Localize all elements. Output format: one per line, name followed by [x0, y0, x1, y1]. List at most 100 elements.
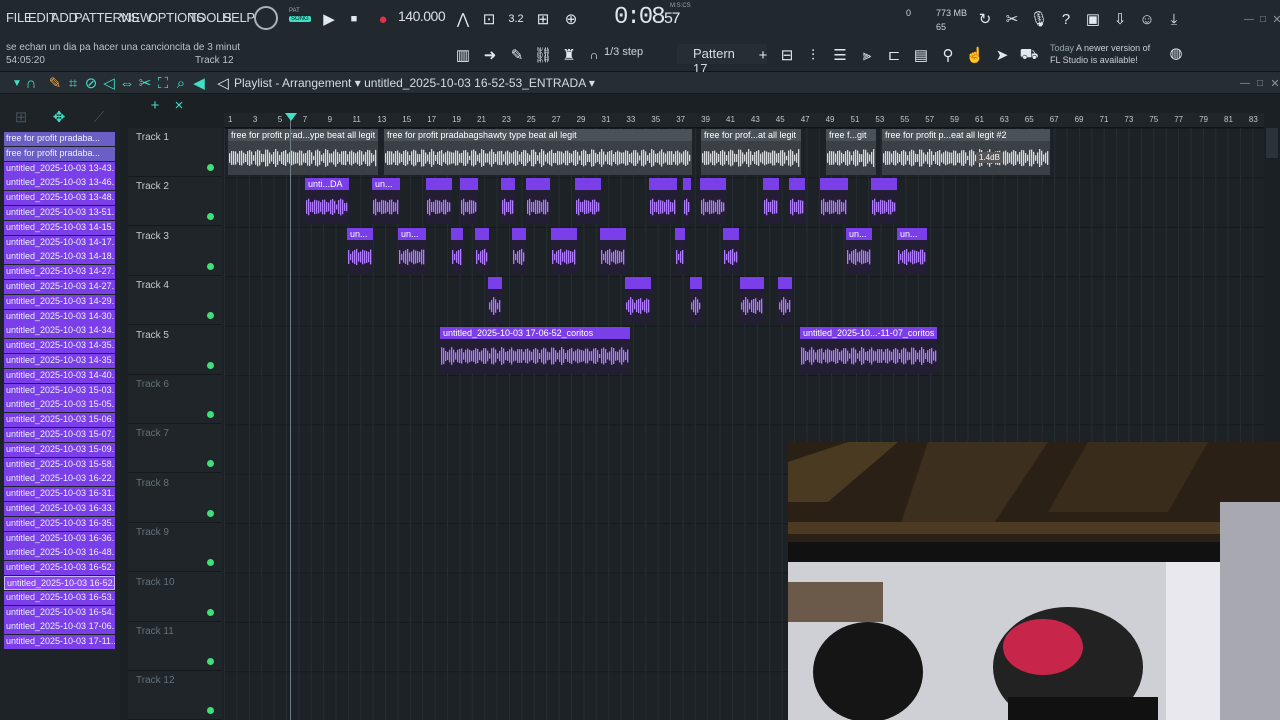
- browser-clip-item[interactable]: untitled_2025-10-03 14-27...: [4, 280, 115, 294]
- browser-clip-item[interactable]: untitled_2025-10-03 14-34...: [4, 324, 115, 339]
- browser-clip-item[interactable]: untitled_2025-10-03 16-48...: [4, 546, 115, 561]
- browser-clip-item[interactable]: untitled_2025-10-03 14-29...: [4, 294, 115, 309]
- download-icon[interactable]: ⤓: [1163, 8, 1185, 30]
- audio-clip[interactable]: [575, 178, 601, 225]
- track-header[interactable]: Track 10: [128, 573, 222, 622]
- help-icon[interactable]: ?: [1055, 8, 1077, 30]
- audio-clip[interactable]: un...: [897, 227, 927, 274]
- track-header[interactable]: Track 7: [128, 424, 222, 474]
- browser-clip-item[interactable]: untitled_2025-10-03 16-54...: [4, 605, 115, 620]
- track-enable-dot[interactable]: [207, 460, 214, 468]
- browser-clip-item[interactable]: free for profit pradaba...: [4, 146, 115, 161]
- save-icon[interactable]: ▣: [1082, 8, 1104, 30]
- browser-icon-2[interactable]: ✥: [48, 106, 70, 128]
- audio-clip[interactable]: untitled_2025-10...-11-07_coritos: [800, 326, 937, 373]
- audio-clip[interactable]: [488, 277, 502, 324]
- playlist-title[interactable]: Playlist - Arrangement ▾ untitled_2025-1…: [234, 76, 595, 90]
- browser-clip-item[interactable]: untitled_2025-10-03 15-05...: [4, 398, 115, 413]
- track-enable-dot[interactable]: [207, 608, 214, 616]
- add-pattern-icon[interactable]: +: [752, 44, 774, 66]
- channel-rack-icon[interactable]: ⫶: [802, 44, 824, 66]
- audio-clip[interactable]: [675, 227, 685, 274]
- menu-help[interactable]: HELP: [222, 10, 255, 25]
- stamp-icon[interactable]: ♜: [558, 44, 580, 66]
- track-header[interactable]: Track 3: [128, 227, 222, 276]
- track-enable-dot[interactable]: [207, 411, 214, 418]
- browser-clip-item[interactable]: untitled_2025-10-03 14-40...: [4, 368, 115, 383]
- metronome-icon[interactable]: ⋀: [452, 8, 474, 30]
- audio-clip[interactable]: [683, 178, 691, 225]
- loop-record-icon[interactable]: ⊡: [478, 8, 500, 30]
- audio-clip[interactable]: free for profit prad...ype beat all legi…: [228, 129, 378, 175]
- chat-icon[interactable]: ☺: [1136, 8, 1158, 30]
- render-icon[interactable]: ⇩: [1109, 8, 1131, 30]
- piano-icon[interactable]: ▥: [452, 44, 474, 66]
- browser-clip-item[interactable]: untitled_2025-10-03 15-07...: [4, 428, 115, 442]
- playlist-close-icon[interactable]: ✕: [1264, 72, 1280, 94]
- speaker-icon[interactable]: ◁: [212, 72, 234, 94]
- step-edit-icon[interactable]: ⊞: [532, 8, 554, 30]
- audio-clip[interactable]: [475, 227, 489, 274]
- audio-clip[interactable]: free f...git: [826, 129, 876, 175]
- browser-clip-item[interactable]: untitled_2025-10-03 16-36...: [4, 531, 115, 546]
- browser-clip-item[interactable]: untitled_2025-10-03 16-52...: [4, 576, 115, 590]
- update-news[interactable]: Today A newer version of FL Studio is av…: [1050, 42, 1150, 66]
- browser-clip-item[interactable]: untitled_2025-10-03 13-43...: [4, 161, 115, 176]
- browser-clip-item[interactable]: untitled_2025-10-03 14-30...: [4, 309, 115, 324]
- audio-clip[interactable]: [778, 277, 792, 324]
- arrow-icon[interactable]: ➤: [991, 44, 1013, 66]
- track-header[interactable]: Track 5: [128, 326, 222, 375]
- tempo-display[interactable]: 140.000: [398, 8, 446, 28]
- browser-clip-item[interactable]: untitled_2025-10-03 14-18...: [4, 250, 115, 265]
- track-enable-dot[interactable]: [207, 707, 214, 715]
- arrow-right-icon[interactable]: ➜: [479, 44, 501, 66]
- mixer-icon[interactable]: ⊟: [776, 44, 798, 66]
- close-icon[interactable]: ✕: [1266, 8, 1280, 30]
- audio-clip[interactable]: un...: [846, 227, 872, 274]
- browser-clip-item[interactable]: untitled_2025-10-03 17-11...: [4, 635, 115, 650]
- track-header[interactable]: Track 11: [128, 622, 222, 671]
- browser-icon-3[interactable]: ⟋: [88, 106, 110, 128]
- vertical-scrollbar[interactable]: [1266, 128, 1278, 158]
- browser-clip-item[interactable]: untitled_2025-10-03 16-22...: [4, 472, 115, 487]
- play-icon[interactable]: ▶: [318, 8, 340, 30]
- audio-clip[interactable]: free for profit p...eat all legit #2: [882, 129, 1050, 175]
- magnet-snap-icon[interactable]: ∩: [20, 72, 42, 94]
- track-enable-dot[interactable]: [207, 262, 214, 270]
- track-header[interactable]: Track 12: [128, 671, 222, 720]
- audio-clip[interactable]: [451, 227, 463, 274]
- audio-clip[interactable]: un...: [347, 227, 373, 274]
- track-enable-dot[interactable]: [207, 361, 214, 369]
- browser-clip-item[interactable]: untitled_2025-10-03 15-09...: [4, 442, 115, 457]
- track-enable-dot[interactable]: [207, 509, 214, 517]
- pencil-icon[interactable]: ✎: [506, 44, 528, 66]
- browser-clip-item[interactable]: untitled_2025-10-03 16-33...: [4, 502, 115, 516]
- audio-clip[interactable]: [649, 178, 677, 225]
- audio-clip[interactable]: [789, 178, 805, 225]
- browser-clip-item[interactable]: untitled_2025-10-03 16-35...: [4, 516, 115, 531]
- audio-clip[interactable]: [740, 277, 764, 324]
- browser-clip-item[interactable]: untitled_2025-10-03 14-35...: [4, 339, 115, 354]
- audio-clip[interactable]: [723, 227, 739, 274]
- plug-icon[interactable]: ⚲: [937, 44, 959, 66]
- browser-clip-item[interactable]: untitled_2025-10-03 13-51...: [4, 206, 115, 220]
- master-volume-knob-icon[interactable]: [254, 6, 278, 30]
- browser-clip-item[interactable]: untitled_2025-10-03 14-17...: [4, 235, 115, 250]
- tree-icon[interactable]: ⊏: [883, 44, 905, 66]
- track-enable-dot[interactable]: [207, 312, 214, 320]
- browser-clip-item[interactable]: untitled_2025-10-03 13-48...: [4, 191, 115, 206]
- track-header[interactable]: Track 9: [128, 523, 222, 573]
- audio-clip[interactable]: un...: [398, 227, 426, 274]
- audio-clip[interactable]: [871, 178, 897, 225]
- mic-icon[interactable]: 🎙: [1028, 8, 1050, 30]
- audio-clip[interactable]: free for profit pradabagshawty type beat…: [384, 129, 692, 175]
- browser-clip-item[interactable]: untitled_2025-10-03 14-15...: [4, 220, 115, 235]
- stop-icon[interactable]: ■: [343, 8, 365, 30]
- remove-track-icon[interactable]: ×: [168, 94, 190, 116]
- playhead-marker[interactable]: [285, 113, 297, 121]
- audio-clip[interactable]: [820, 178, 848, 225]
- playlist-icon[interactable]: ☰: [829, 44, 851, 66]
- record-icon[interactable]: ●: [372, 8, 394, 30]
- track-header[interactable]: Track 4: [128, 276, 222, 326]
- browser-clip-item[interactable]: untitled_2025-10-03 17-06...: [4, 620, 115, 635]
